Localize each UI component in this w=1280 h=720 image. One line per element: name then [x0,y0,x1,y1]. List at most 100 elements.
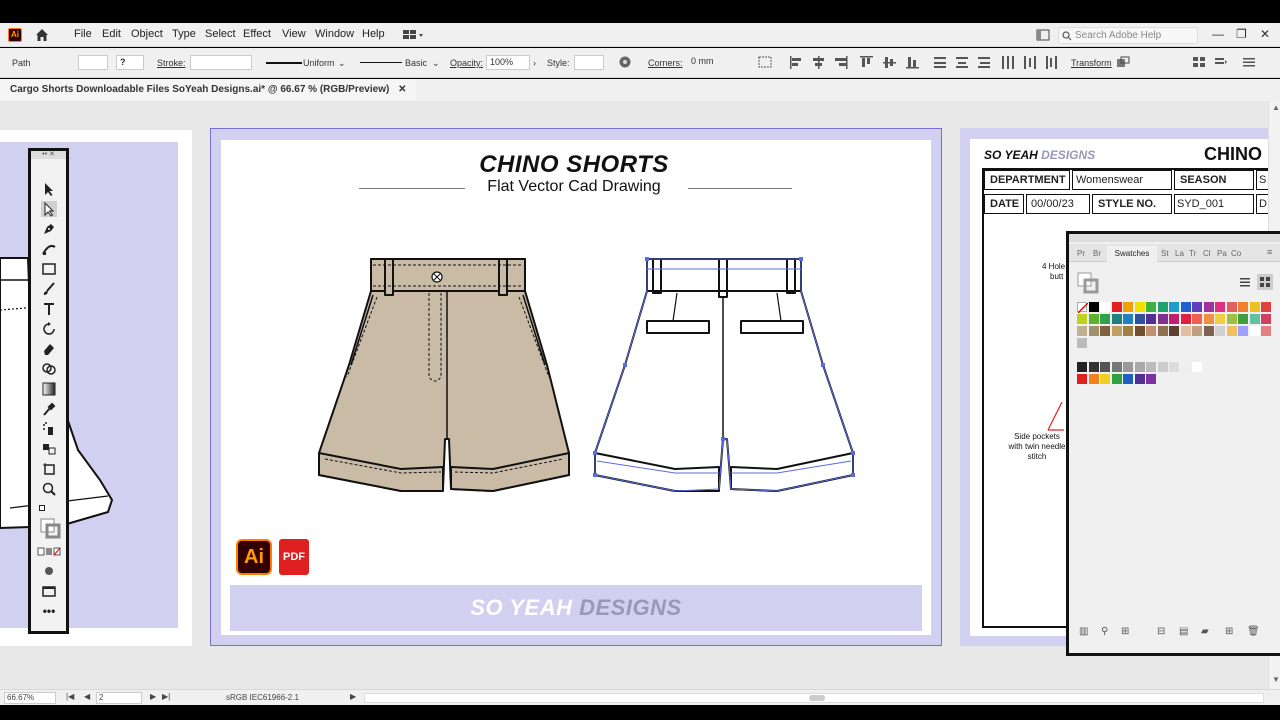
swatch[interactable] [1157,362,1168,372]
stroke-color-swatch[interactable]: ? [116,55,144,70]
corners-input[interactable]: 0 mm [688,55,738,70]
swatch[interactable] [1215,302,1225,312]
swatch[interactable] [1238,326,1248,336]
first-artboard-icon[interactable]: |◀ [66,692,74,701]
shape-builder-tool-icon[interactable] [41,361,57,377]
swatch[interactable] [1077,314,1087,324]
swatch[interactable] [1261,326,1271,336]
brush-dropdown-icon[interactable]: ⌄ [432,58,440,69]
tools-panel-grip[interactable]: •• ✕ [31,151,66,159]
symbol-sprayer-tool-icon[interactable] [41,421,57,437]
swatch[interactable] [1249,302,1260,312]
swatch[interactable] [1249,326,1260,336]
tab-swatches[interactable]: Swatches [1107,246,1157,262]
swatch[interactable] [1134,326,1145,336]
delete-swatch-icon[interactable]: 🗑 [1247,626,1260,637]
type-tool-icon[interactable] [41,301,57,317]
tab-stroke[interactable]: St [1161,249,1169,258]
swatch[interactable] [1180,302,1191,312]
document-tab[interactable]: Cargo Shorts Downloadable Files SoYeah D… [0,79,417,101]
tab-color[interactable]: Co [1231,249,1241,258]
swatch[interactable] [1111,374,1122,384]
swatch[interactable] [1180,326,1191,336]
swatches-panel-grip[interactable] [1069,234,1280,242]
previous-artboard-icon[interactable]: ◀ [84,692,90,701]
menu-effect[interactable]: Effect [243,28,271,40]
swatch[interactable] [1100,302,1110,312]
swatch[interactable] [1123,314,1133,324]
menu-view[interactable]: View [282,28,306,40]
next-artboard-icon[interactable]: ▶ [150,692,156,701]
swatch[interactable] [1100,326,1110,336]
workspace-switcher-icon[interactable] [402,28,424,42]
status-menu-arrow-icon[interactable]: ▶ [350,692,356,701]
swatch[interactable] [1203,326,1214,336]
swatch[interactable] [1134,362,1145,372]
swatch[interactable] [1123,374,1133,384]
tab-pathfinder[interactable]: Pa [1217,249,1227,258]
swatch[interactable] [1088,314,1099,324]
swatch[interactable] [1123,326,1133,336]
swatch[interactable] [1192,362,1202,372]
swatch[interactable] [1134,314,1145,324]
swatch[interactable] [1111,326,1122,336]
scroll-up-icon[interactable]: ▲ [1272,103,1280,112]
tools-panel[interactable]: •• ✕ ••• [28,148,69,634]
artboard-number-input[interactable]: 2 [96,692,142,704]
menu-window[interactable]: Window [315,28,354,40]
swatch[interactable] [1111,314,1122,324]
swatch[interactable] [1157,314,1168,324]
paintbrush-tool-icon[interactable] [41,281,57,297]
align-to-icon[interactable] [758,56,772,68]
direct-selection-tool-icon[interactable] [41,201,57,217]
color-mode-icons[interactable] [37,547,61,557]
zoom-input[interactable]: 66.67% [4,692,56,704]
swatch[interactable] [1169,314,1179,324]
stroke-label[interactable]: Stroke: [157,58,186,68]
swatch[interactable] [1215,326,1225,336]
swatch[interactable] [1157,302,1168,312]
swatch[interactable] [1180,362,1191,372]
menu-type[interactable]: Type [172,28,196,40]
curvature-tool-icon[interactable] [41,241,57,257]
thumbnail-view-icon[interactable] [1257,274,1273,290]
swatch[interactable] [1123,302,1133,312]
swatch[interactable] [1134,302,1145,312]
swatch[interactable] [1261,314,1271,324]
restore-icon[interactable]: ❐ [1236,27,1247,41]
swatch[interactable] [1088,362,1099,372]
swatch[interactable] [1146,326,1156,336]
folder-icon[interactable]: ▰ [1201,626,1209,637]
swatch[interactable] [1111,362,1122,372]
swatch[interactable] [1134,374,1145,384]
swatch[interactable] [1100,362,1110,372]
swatch[interactable] [1100,314,1110,324]
menu-select[interactable]: Select [205,28,236,40]
swatch[interactable] [1215,314,1225,324]
tab-layers[interactable]: La [1175,249,1184,258]
swatch[interactable] [1146,374,1156,384]
swatch[interactable] [1100,374,1110,384]
swatch-libraries-icon[interactable]: ▥ [1079,626,1088,637]
tab-brushes[interactable]: Br [1093,249,1101,258]
swatch[interactable] [1146,302,1156,312]
swatches-panel[interactable]: Pr Br Swatches St La Tr Cl Pa Co ≡ ▥ ⚲ ⊞… [1066,231,1280,656]
graphic-style-select[interactable] [574,55,604,70]
profile-dropdown-icon[interactable]: ⌄ [338,58,346,69]
edit-toolbar-icon[interactable]: ••• [41,605,57,622]
swatch[interactable] [1077,326,1087,336]
fill-stroke-swatches[interactable] [37,503,61,543]
swatch[interactable] [1192,302,1202,312]
swatch[interactable] [1226,314,1237,324]
swatch[interactable] [1088,374,1099,384]
draw-mode-icon[interactable] [41,563,57,579]
swatch[interactable] [1169,326,1179,336]
swatch[interactable] [1088,302,1099,312]
swatch[interactable] [1146,314,1156,324]
rectangle-tool-icon[interactable] [41,261,57,277]
swatch[interactable] [1157,326,1168,336]
fill-swatch[interactable] [78,55,108,70]
stroke-weight-input[interactable] [190,55,252,70]
close-window-icon[interactable]: ✕ [1260,27,1270,41]
swatch[interactable] [1077,338,1087,348]
